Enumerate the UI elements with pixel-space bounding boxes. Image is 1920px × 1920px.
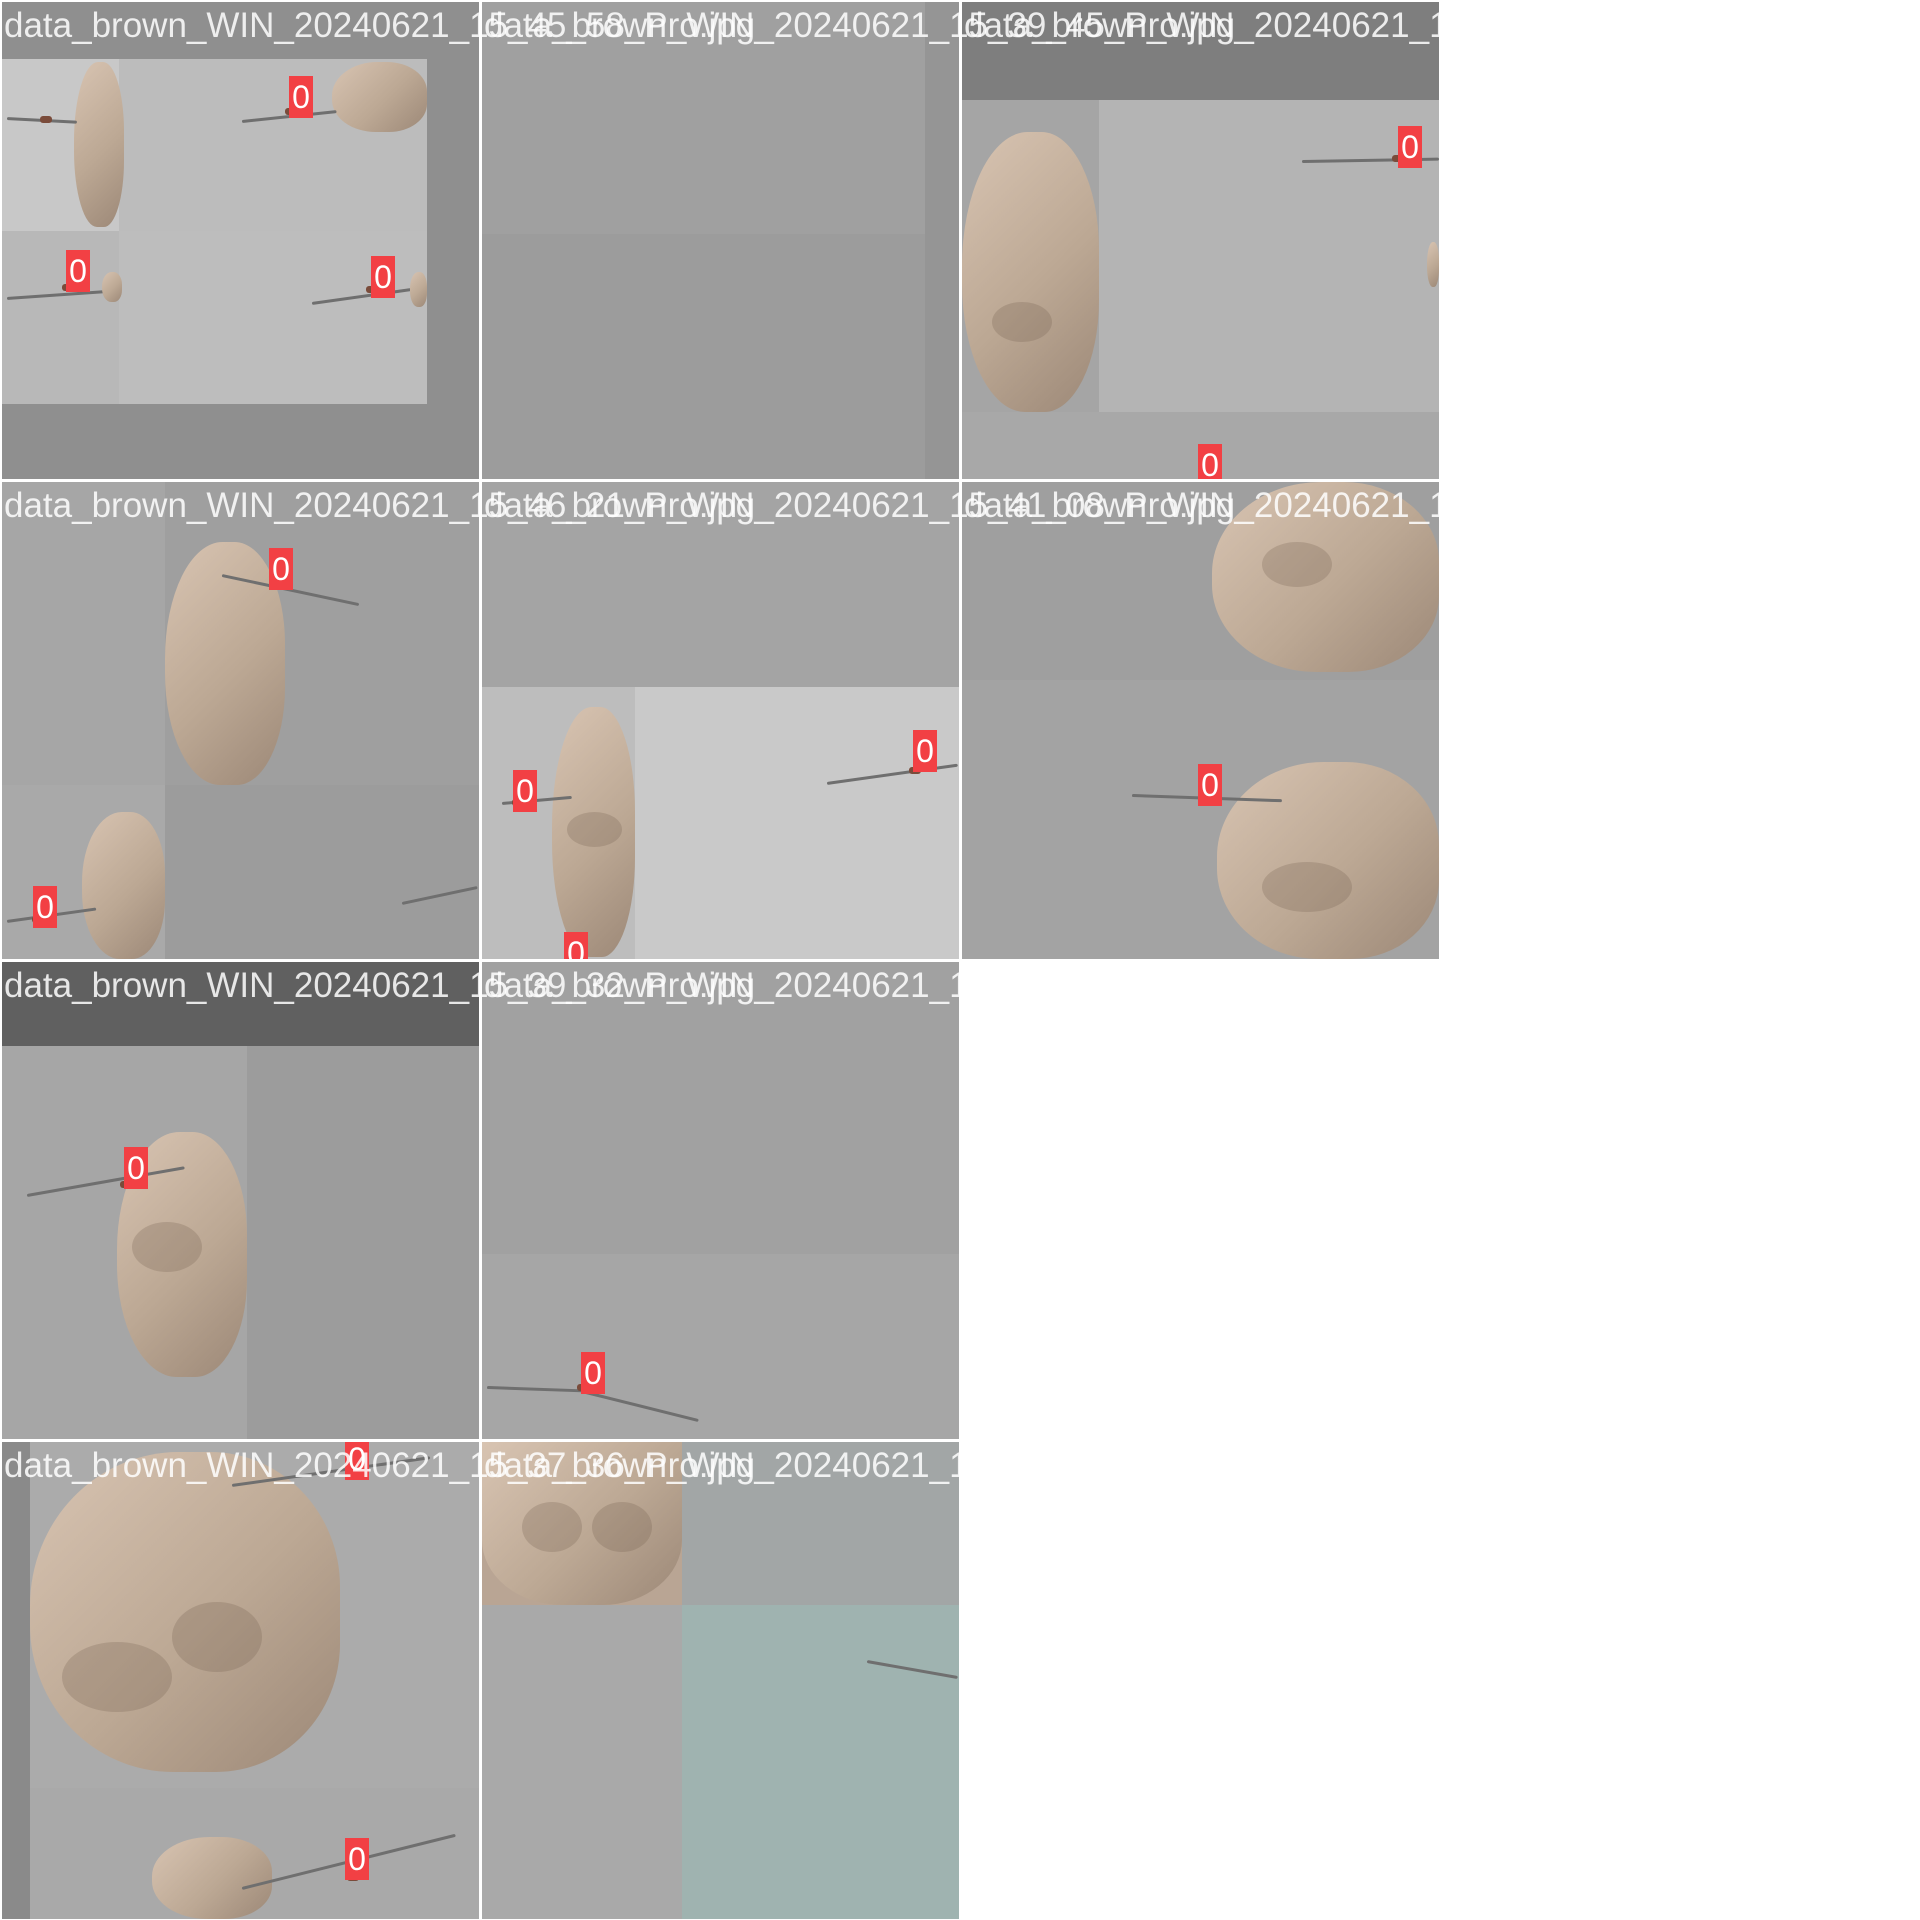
knuckle bbox=[132, 1222, 202, 1272]
tile-filename-caption: data_brown_WIN_20240621_15_45_41_Pro.jpg bbox=[484, 966, 1236, 1005]
hand bbox=[1217, 762, 1439, 959]
mosaic-tile-9: 0 0 bbox=[2, 1442, 479, 1919]
mosaic-tile-1: 0 0 0 bbox=[2, 2, 479, 479]
detection-label: 0 bbox=[124, 1147, 148, 1189]
mosaic-tile-4: 0 0 bbox=[2, 482, 479, 959]
hand bbox=[1427, 242, 1439, 287]
hand bbox=[332, 62, 427, 132]
tile-filename-caption: data_brown_WIN_20240621_15_37_47_Pro.jpg bbox=[484, 1446, 1236, 1485]
photo-panel bbox=[482, 1605, 682, 1919]
photo-panel bbox=[925, 2, 959, 479]
hand bbox=[410, 272, 427, 307]
detection-label: 0 bbox=[913, 730, 937, 772]
photo-panel bbox=[682, 1605, 959, 1919]
detection-label: 0 bbox=[513, 770, 537, 812]
knuckle bbox=[522, 1502, 582, 1552]
knuckle bbox=[592, 1502, 652, 1552]
knuckle bbox=[62, 1642, 172, 1712]
resistor bbox=[40, 116, 52, 123]
photo-panel bbox=[635, 687, 959, 959]
detection-label: 0 bbox=[345, 1838, 369, 1880]
detection-label: 0 bbox=[289, 76, 313, 118]
photo-panel bbox=[1099, 100, 1439, 412]
photo-panel bbox=[482, 1254, 959, 1439]
detection-label: 0 bbox=[581, 1352, 605, 1394]
detection-label: 0 bbox=[1198, 444, 1222, 479]
detection-label: 0 bbox=[1198, 764, 1222, 806]
photo-panel bbox=[247, 1046, 479, 1439]
detection-label: 0 bbox=[269, 548, 293, 590]
hand bbox=[962, 132, 1099, 412]
photo-panel bbox=[2, 1442, 30, 1919]
hand bbox=[152, 1837, 272, 1919]
knuckle bbox=[1262, 542, 1332, 587]
photo-panel bbox=[2, 482, 165, 785]
detection-label: 0 bbox=[371, 256, 395, 298]
mosaic-tile-2 bbox=[482, 2, 959, 479]
detection-label: 0 bbox=[564, 932, 588, 959]
photo-panel bbox=[2, 231, 119, 404]
tile-filename-caption: data_brown_WIN_20240621_15_38_57_Pro.jpg bbox=[964, 486, 1716, 525]
photo-panel bbox=[482, 234, 959, 479]
mosaic-tile-6: 0 bbox=[962, 482, 1439, 959]
hand bbox=[165, 542, 285, 785]
mosaic-tile-5: 0 0 0 bbox=[482, 482, 959, 959]
knuckle bbox=[172, 1602, 262, 1672]
photo-panel bbox=[165, 785, 479, 959]
detection-label: 0 bbox=[33, 886, 57, 928]
mosaic-tile-10 bbox=[482, 1442, 959, 1919]
mosaic-tile-7: 0 bbox=[2, 962, 479, 1439]
tile-filename-caption: data_brown_WIN_20240621_15_37_58_Pro.jpg bbox=[964, 6, 1716, 45]
mosaic-tile-3: 0 0 bbox=[962, 2, 1439, 479]
detection-label: 0 bbox=[66, 250, 90, 292]
detection-label: 0 bbox=[1398, 126, 1422, 168]
knuckle bbox=[992, 302, 1052, 342]
hand bbox=[74, 62, 124, 227]
hand bbox=[82, 812, 165, 959]
knuckle bbox=[1262, 862, 1352, 912]
knuckle bbox=[567, 812, 622, 847]
hand bbox=[102, 272, 122, 302]
mosaic-tile-8: 0 bbox=[482, 962, 959, 1439]
